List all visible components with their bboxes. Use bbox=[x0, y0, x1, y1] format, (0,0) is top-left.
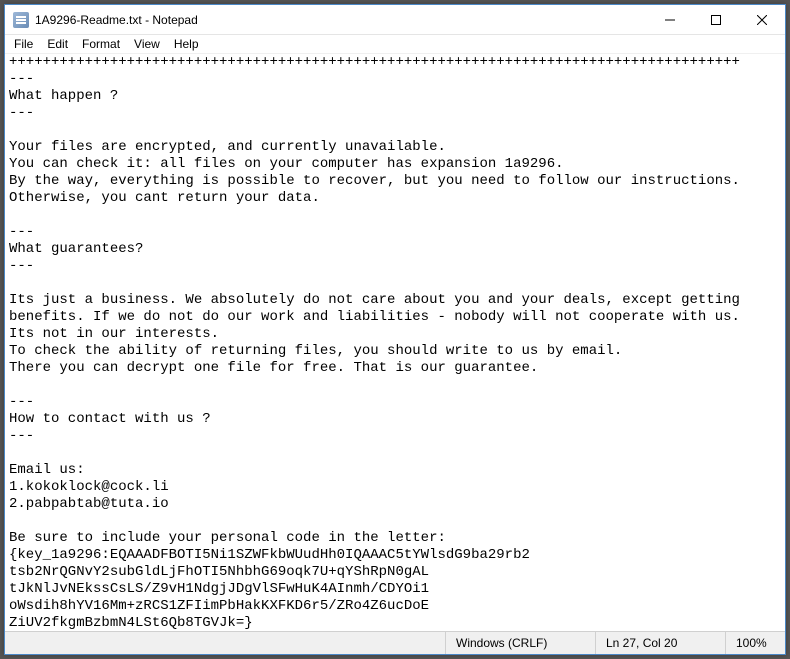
status-encoding: Windows (CRLF) bbox=[445, 632, 595, 654]
statusbar: Windows (CRLF) Ln 27, Col 20 100% bbox=[5, 631, 785, 654]
menu-format[interactable]: Format bbox=[75, 36, 127, 52]
close-button[interactable] bbox=[739, 5, 785, 34]
minimize-button[interactable] bbox=[647, 5, 693, 34]
maximize-icon bbox=[711, 15, 721, 25]
minimize-icon bbox=[665, 15, 675, 25]
menu-file[interactable]: File bbox=[7, 36, 40, 52]
content-area[interactable]: ++++++++++++++++++++++++++++++++++++++++… bbox=[5, 54, 785, 631]
text-editor[interactable]: ++++++++++++++++++++++++++++++++++++++++… bbox=[5, 54, 785, 631]
notepad-icon bbox=[13, 12, 29, 28]
close-icon bbox=[757, 15, 767, 25]
window-controls bbox=[647, 5, 785, 34]
window-title: 1A9296-Readme.txt - Notepad bbox=[35, 13, 647, 27]
menu-view[interactable]: View bbox=[127, 36, 167, 52]
menubar: File Edit Format View Help bbox=[5, 35, 785, 54]
status-spacer bbox=[5, 632, 445, 654]
menu-help[interactable]: Help bbox=[167, 36, 206, 52]
notepad-window: 1A9296-Readme.txt - Notepad File Edit Fo… bbox=[4, 4, 786, 655]
status-zoom: 100% bbox=[725, 632, 785, 654]
maximize-button[interactable] bbox=[693, 5, 739, 34]
status-position: Ln 27, Col 20 bbox=[595, 632, 725, 654]
menu-edit[interactable]: Edit bbox=[40, 36, 75, 52]
titlebar[interactable]: 1A9296-Readme.txt - Notepad bbox=[5, 5, 785, 35]
